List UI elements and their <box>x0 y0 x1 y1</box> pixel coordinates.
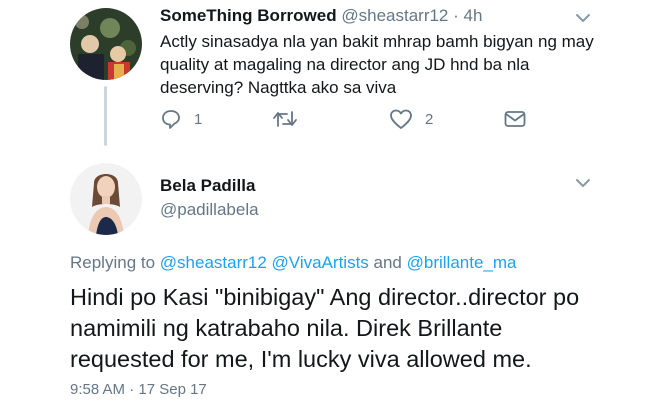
main-author-name[interactable]: Bela Padilla <box>160 176 255 196</box>
thread-connector-line <box>104 86 107 146</box>
mention-link[interactable]: @VivaArtists <box>272 253 369 272</box>
reply-author-handle[interactable]: @sheastarr12 <box>341 6 448 25</box>
reply-author-name[interactable]: SomeThing Borrowed <box>160 6 337 25</box>
avatar[interactable] <box>70 163 142 235</box>
retweet-icon <box>273 111 297 127</box>
retweet-button[interactable] <box>272 108 310 130</box>
reply-icon <box>162 110 180 129</box>
like-icon <box>390 109 412 129</box>
like-count: 2 <box>425 110 434 128</box>
reply-tweet-header: SomeThing Borrowed @sheastarr12 · 4h <box>160 6 482 26</box>
reply-button[interactable]: 1 <box>160 108 202 130</box>
avatar[interactable] <box>70 8 142 80</box>
avatar-image <box>70 8 142 80</box>
header-separator: · <box>448 6 464 25</box>
replying-to-line: Replying to @sheastarr12 @VivaArtists an… <box>70 253 516 273</box>
avatar-image <box>70 163 142 235</box>
main-author-handle[interactable]: @padillabela <box>160 200 259 220</box>
chevron-down-icon[interactable] <box>575 13 591 23</box>
mention-link[interactable]: @sheastarr12 <box>160 253 267 272</box>
direct-message-icon <box>504 111 526 127</box>
replying-to-conjunction: and <box>368 253 407 272</box>
replying-to-prefix: Replying to <box>70 253 160 272</box>
reply-time[interactable]: 4h <box>464 6 483 25</box>
mention-link[interactable]: @brillante_ma <box>407 253 517 272</box>
chevron-down-icon[interactable] <box>575 178 591 188</box>
tweet-timestamp[interactable]: 9:58 AM · 17 Sep 17 <box>70 381 207 398</box>
direct-message-button[interactable] <box>503 108 527 130</box>
main-tweet-text: Hindi po Kasi "binibigay" Ang director..… <box>70 284 580 372</box>
reply-tweet-text: Actly sinasadya nla yan bakit mhrap bamh… <box>160 32 594 97</box>
reply-count: 1 <box>194 110 203 128</box>
like-button[interactable]: 2 <box>389 108 433 130</box>
